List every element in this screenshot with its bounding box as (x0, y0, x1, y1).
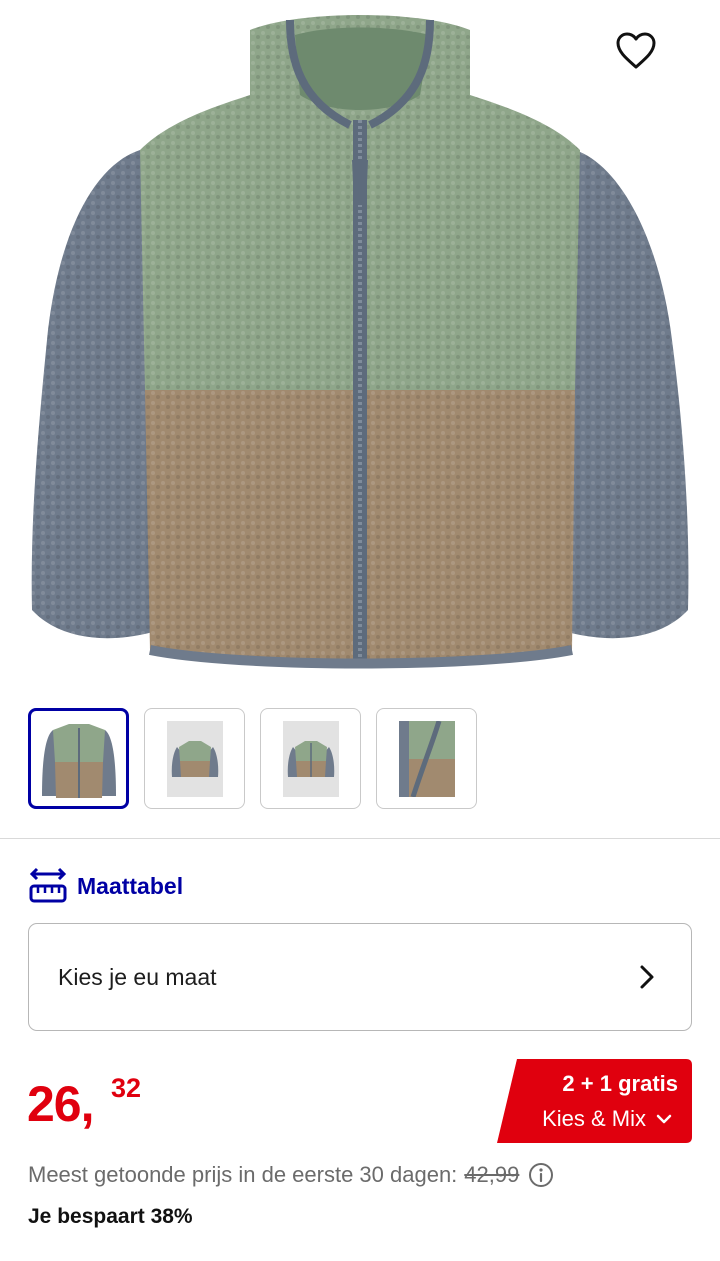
promo-subtitle: Kies & Mix (542, 1106, 672, 1132)
info-circle-icon (529, 1163, 554, 1187)
chevron-right-icon (640, 965, 654, 989)
thumbnail-3[interactable] (260, 708, 361, 809)
price-integer: 26 (27, 1076, 82, 1132)
promo-title: 2 + 1 gratis (562, 1071, 678, 1096)
old-price: 42,99 (464, 1162, 520, 1187)
info-icon[interactable] (528, 1162, 554, 1188)
heart-outline-icon (616, 32, 656, 69)
fleece-jacket-image (31, 15, 689, 669)
size-select-label: Kies je eu maat (58, 963, 217, 990)
price: 26, 32 (27, 1073, 141, 1133)
lowest-price-note: Meest getoonde prijs in de eerste 30 dag… (28, 1162, 554, 1188)
promo-badge[interactable]: 2 + 1 gratis Kies & Mix (497, 1059, 692, 1143)
price-fraction: 32 (111, 1073, 142, 1103)
thumbnail-strip (28, 708, 477, 809)
thumbnail-2[interactable] (144, 708, 245, 809)
chevron-down-icon (656, 1114, 672, 1124)
size-chart-link[interactable]: Maattabel (28, 866, 183, 906)
price-comma: , (80, 1076, 95, 1132)
size-chart-label: Maattabel (77, 872, 184, 899)
size-select[interactable]: Kies je eu maat (28, 923, 692, 1031)
product-image[interactable] (0, 0, 720, 690)
thumbnail-4[interactable] (376, 708, 477, 809)
section-divider (0, 838, 720, 839)
favorite-button[interactable] (615, 32, 671, 88)
promo-subtitle-label: Kies & Mix (542, 1106, 646, 1131)
jacket-front-image (41, 723, 116, 798)
jacket-zipper-detail-image (398, 720, 455, 797)
savings-text: Je bespaart 38% (28, 1205, 193, 1228)
lowest-price-text: Meest getoonde prijs in de eerste 30 dag… (28, 1162, 458, 1187)
thumbnail-1[interactable] (28, 708, 129, 809)
jacket-small-front-image (166, 720, 223, 797)
jacket-small-front-image (282, 720, 339, 797)
ruler-arrows-icon (29, 867, 67, 903)
